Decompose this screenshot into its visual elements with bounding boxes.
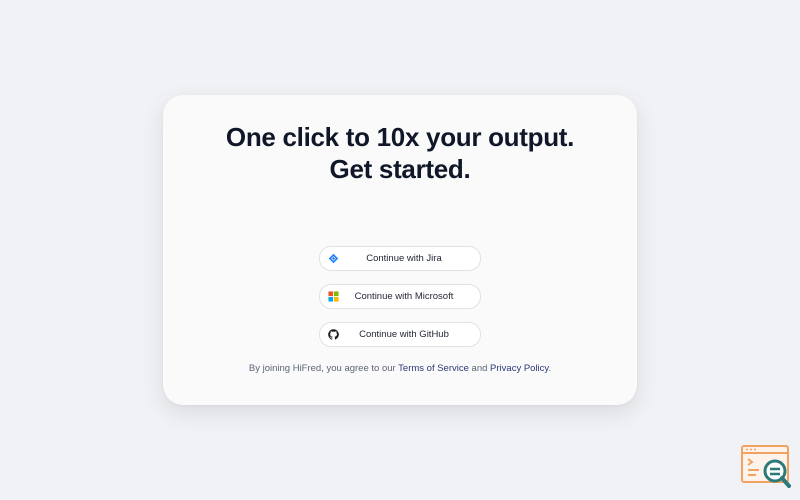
continue-with-github-button[interactable]: Continue with GitHub (319, 322, 481, 347)
terms-of-service-link[interactable]: Terms of Service (398, 363, 469, 374)
signup-card: One click to 10x your output. Get starte… (163, 95, 637, 405)
legal-suffix: . (548, 363, 552, 374)
legal-notice: By joining HiFred, you agree to our Term… (163, 363, 637, 374)
page: One click to 10x your output. Get starte… (0, 0, 800, 500)
auth-button-group: Continue with Jira Continue with Microso… (319, 246, 481, 360)
privacy-policy-link[interactable]: Privacy Policy (490, 363, 548, 374)
headline-line-2: Get started. (329, 154, 471, 184)
legal-joiner: and (471, 363, 488, 374)
github-button-label: Continue with GitHub (359, 329, 449, 340)
page-title: One click to 10x your output. Get starte… (163, 121, 637, 185)
legal-prefix: By joining HiFred, you agree to our (248, 363, 396, 374)
jira-button-label: Continue with Jira (366, 253, 442, 264)
microsoft-button-label: Continue with Microsoft (354, 291, 454, 302)
search-document-logo-icon (741, 445, 791, 488)
continue-with-microsoft-button[interactable]: Continue with Microsoft (319, 284, 481, 309)
continue-with-jira-button[interactable]: Continue with Jira (319, 246, 481, 271)
headline-line-1: One click to 10x your output. (225, 122, 575, 152)
